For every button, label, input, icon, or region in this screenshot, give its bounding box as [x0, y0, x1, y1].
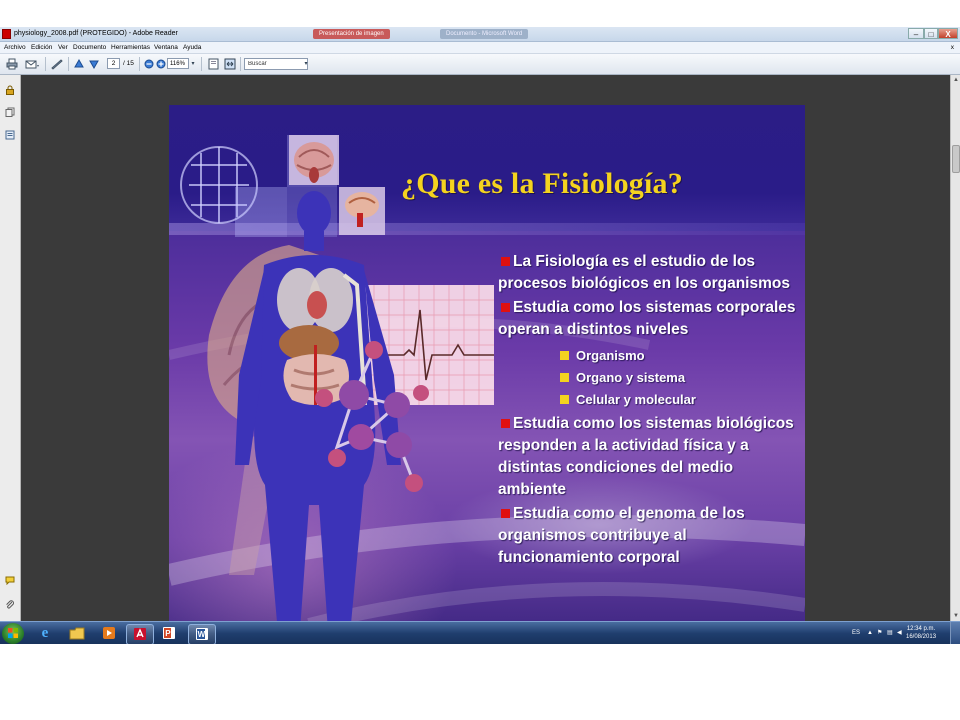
maximize-button[interactable]: □: [924, 28, 938, 39]
bullet-square-icon: [501, 509, 510, 518]
bullet-item: Estudia como los sistemas corporales ope…: [498, 297, 798, 341]
bullet-text: La Fisiología es el estudio de los proce…: [498, 253, 790, 292]
menu-item-documento[interactable]: Documento: [73, 42, 106, 53]
scroll-thumb[interactable]: [952, 145, 960, 173]
vertical-scrollbar[interactable]: ▲ ▼: [950, 75, 960, 621]
word-icon[interactable]: W: [188, 624, 216, 644]
sign-icon[interactable]: [50, 54, 64, 77]
bullet-text: Estudia como los sistemas corporales ope…: [498, 299, 796, 338]
sub-bullet-item: Celular y molecular: [560, 389, 798, 411]
toolbar-separator: [45, 57, 46, 71]
folder-icon[interactable]: [64, 624, 90, 643]
internet-explorer-icon[interactable]: e: [32, 624, 58, 643]
start-button[interactable]: [2, 623, 24, 644]
network-icon[interactable]: ▤: [887, 622, 893, 644]
bullet-square-icon: [501, 303, 510, 312]
title-bar: physiology_2008.pdf (PROTEGIDO) - Adobe …: [0, 27, 960, 42]
menu-bar: Archivo Edición Ver Documento Herramient…: [0, 42, 960, 54]
sub-bullet-square-icon: [560, 373, 569, 382]
sub-bullet-square-icon: [560, 395, 569, 404]
system-clock[interactable]: 12:34 p.m. 16/08/2013: [906, 625, 936, 641]
sub-bullet-list: Organismo Organo y sistema Celular y mol…: [560, 345, 798, 411]
menu-item-ver[interactable]: Ver: [58, 42, 68, 53]
print-icon[interactable]: [5, 54, 19, 77]
window-title: physiology_2008.pdf (PROTEGIDO) - Adobe …: [14, 30, 178, 37]
zoom-in-icon[interactable]: [155, 54, 166, 76]
lock-icon[interactable]: [5, 85, 15, 95]
pages-icon[interactable]: [5, 107, 15, 117]
toolbar-separator: [68, 57, 69, 71]
sub-bullet-square-icon: [560, 351, 569, 360]
search-input[interactable]: [244, 58, 308, 70]
document-area: ¿Que es la Fisiología? La Fisiología es …: [0, 75, 960, 644]
bullet-item: La Fisiología es el estudio de los proce…: [498, 251, 798, 295]
svg-text:W: W: [198, 630, 206, 639]
toolbar-separator: [201, 57, 202, 71]
navigation-panel: [0, 75, 21, 621]
page-total-label: / 15: [123, 60, 134, 67]
slide-title: ¿Que es la Fisiología?: [401, 167, 683, 200]
sub-bullet-item: Organo y sistema: [560, 367, 798, 389]
show-desktop-button[interactable]: [950, 622, 960, 644]
scroll-down-icon[interactable]: ▼: [951, 611, 960, 621]
light-streak: [307, 582, 805, 632]
flag-icon[interactable]: ⚑: [877, 622, 882, 644]
fit-page-icon[interactable]: [206, 54, 220, 77]
decorative-square: [235, 187, 287, 237]
media-player-icon[interactable]: [96, 624, 122, 643]
brain-icon: [339, 187, 385, 235]
sub-bullet-text: Organismo: [576, 348, 645, 363]
bookmarks-icon[interactable]: [5, 130, 15, 140]
fit-width-icon[interactable]: [223, 54, 237, 77]
show-hidden-icons-icon[interactable]: ▲: [867, 622, 873, 644]
language-indicator[interactable]: ES: [852, 622, 860, 644]
menu-item-edicion[interactable]: Edición: [31, 42, 52, 53]
bullet-list: La Fisiología es el estudio de los proce…: [498, 251, 798, 571]
pdf-page: ¿Que es la Fisiología? La Fisiología es …: [169, 105, 805, 644]
chevron-down-icon[interactable]: ▾: [189, 54, 197, 74]
chevron-down-icon[interactable]: ▾: [302, 54, 310, 74]
close-document-button[interactable]: x: [951, 42, 954, 53]
toolbar-separator: [240, 57, 241, 71]
previous-page-icon[interactable]: [73, 54, 85, 76]
close-button[interactable]: X: [938, 28, 958, 39]
zoom-out-icon[interactable]: [143, 54, 154, 76]
volume-icon[interactable]: ◀: [897, 622, 902, 644]
menu-item-archivo[interactable]: Archivo: [4, 42, 26, 53]
minimize-button[interactable]: –: [908, 28, 924, 39]
toolbar-separator: [139, 57, 140, 71]
toolbar: / 15 116% ▾ ▾: [0, 54, 960, 75]
adobe-reader-icon[interactable]: [126, 624, 154, 644]
scroll-up-icon[interactable]: ▲: [951, 75, 960, 85]
menu-item-ayuda[interactable]: Ayuda: [183, 42, 201, 53]
sub-bullet-item: Organismo: [560, 345, 798, 367]
background-window-tab[interactable]: Presentación de imagen: [313, 29, 390, 39]
brain-icon: [289, 135, 339, 185]
bullet-item: Estudia como los sistemas biológicos res…: [498, 413, 798, 501]
menu-item-ventana[interactable]: Ventana: [154, 42, 178, 53]
background-window-tab[interactable]: Documento - Microsoft Word: [440, 29, 529, 39]
clock-time: 12:34 p.m.: [906, 626, 936, 632]
bullet-square-icon: [501, 257, 510, 266]
page-number-input[interactable]: [107, 58, 120, 69]
bullet-square-icon: [501, 419, 510, 428]
svg-text:P: P: [165, 629, 171, 638]
menu-item-herramientas[interactable]: Herramientas: [111, 42, 150, 53]
bullet-text: Estudia como los sistemas biológicos res…: [498, 415, 794, 498]
screen: physiology_2008.pdf (PROTEGIDO) - Adobe …: [0, 27, 960, 644]
email-icon[interactable]: [23, 54, 41, 77]
sub-bullet-text: Celular y molecular: [576, 392, 696, 407]
next-page-icon[interactable]: [88, 54, 100, 76]
taskbar: e P W ES ▲ ⚑ ▤ ◀ 12:34 p.m. 16/08/2013: [0, 621, 960, 644]
attachment-icon[interactable]: [5, 600, 15, 610]
clock-date: 16/08/2013: [906, 634, 937, 640]
zoom-level-select[interactable]: 116%: [167, 58, 189, 69]
comments-icon[interactable]: [5, 575, 15, 586]
powerpoint-icon[interactable]: P: [156, 624, 182, 643]
pdf-app-icon: [2, 29, 11, 39]
bullet-text: Estudia como el genoma de los organismos…: [498, 505, 745, 566]
bullet-item: Estudia como el genoma de los organismos…: [498, 503, 798, 569]
sub-bullet-text: Organo y sistema: [576, 370, 686, 385]
